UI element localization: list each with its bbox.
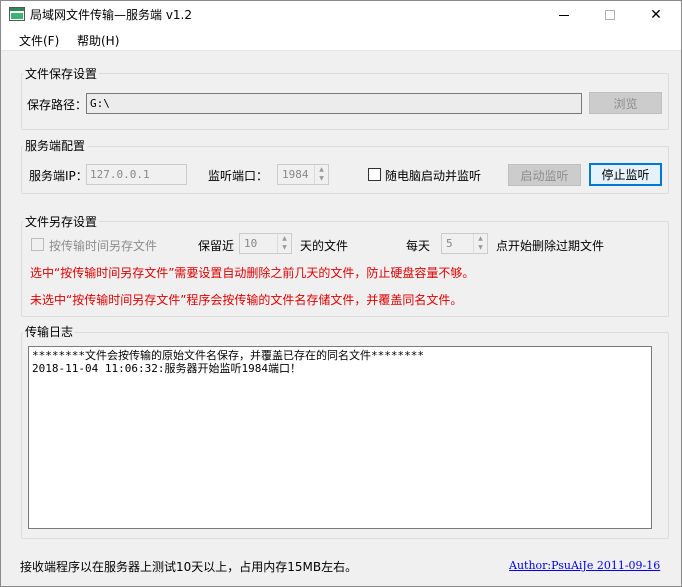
listen-port-label: 监听端口：: [208, 169, 269, 183]
save-by-time-label[interactable]: 按传输时间另存文件: [49, 237, 157, 254]
log-textarea[interactable]: ********文件会按传输的原始文件名保存，并覆盖已存在的同名文件******…: [28, 346, 652, 529]
note-unchecked-text: 未选中“按传输时间另存文件”程序会按传输的文件名存储文件，并覆盖同名文件。: [30, 293, 463, 307]
daily-hour-suffix: 点开始删除过期文件: [496, 239, 605, 253]
keep-days-prefix: 保留近: [198, 239, 235, 253]
save-as-group-label: 文件另存设置: [23, 213, 100, 230]
maximize-button[interactable]: [587, 1, 633, 29]
stop-listen-button[interactable]: 停止监听: [589, 163, 662, 186]
close-button[interactable]: ✕: [633, 1, 679, 29]
spin-up-icon[interactable]: ▲: [474, 234, 487, 243]
server-ip-label: 服务端IP：: [29, 169, 88, 183]
daily-hour-spinner[interactable]: 5 ▲ ▼: [441, 233, 488, 254]
keep-days-spin-arrows: ▲ ▼: [277, 234, 291, 253]
keep-days-spinner[interactable]: 10 ▲ ▼: [239, 233, 292, 254]
author-link[interactable]: Author:PsuAiJe 2011-09-16: [509, 559, 660, 572]
spin-up-icon[interactable]: ▲: [278, 234, 291, 243]
menu-help[interactable]: 帮助(H): [77, 32, 119, 49]
autostart-checkbox[interactable]: [368, 168, 381, 181]
spin-down-icon[interactable]: ▼: [278, 243, 291, 252]
daily-hour-prefix: 每天: [406, 239, 431, 253]
menu-file[interactable]: 文件(F): [19, 32, 59, 49]
spin-up-icon[interactable]: ▲: [315, 165, 328, 174]
log-group-label: 传输日志: [23, 323, 76, 340]
log-line: 2018-11-04 11:06:32:服务器开始监听1984端口！: [32, 362, 301, 375]
listen-port-value: 1984: [282, 168, 309, 181]
listen-port-spinner[interactable]: 1984 ▲ ▼: [277, 164, 329, 185]
save-by-time-checkbox[interactable]: [31, 238, 44, 251]
keep-days-value: 10: [244, 237, 258, 250]
daily-hour-spin-arrows: ▲ ▼: [473, 234, 487, 253]
save-path-input[interactable]: G:\: [86, 93, 582, 114]
note-checked-text: 选中“按传输时间另存文件”需要设置自动删除之前几天的文件，防止硬盘容量不够。: [30, 266, 475, 280]
main-window: 局域网文件传输—服务端 v1.2 ✕ 文件(F) 帮助(H) 文件保存设置 保存…: [0, 0, 682, 587]
autostart-label[interactable]: 随电脑启动并监听: [385, 167, 481, 184]
daily-hour-value: 5: [446, 237, 453, 250]
app-window-icon: [9, 7, 25, 21]
spin-down-icon[interactable]: ▼: [474, 243, 487, 252]
save-path-label: 保存路径：: [27, 98, 88, 112]
close-icon: ✕: [650, 7, 662, 23]
listen-port-spin-arrows: ▲ ▼: [314, 165, 328, 184]
menu-bar: 文件(F) 帮助(H): [1, 29, 681, 51]
save-settings-group-label: 文件保存设置: [23, 65, 100, 82]
minimize-icon: [559, 14, 569, 16]
window-title: 局域网文件传输—服务端 v1.2: [30, 8, 193, 22]
start-listen-button[interactable]: 启动监听: [508, 164, 581, 186]
status-text: 接收端程序以在服务器上测试10天以上，占用内存15MB左右。: [20, 560, 358, 574]
keep-days-suffix: 天的文件: [300, 239, 349, 253]
minimize-button[interactable]: [541, 1, 587, 29]
server-ip-input[interactable]: 127.0.0.1: [86, 164, 187, 185]
title-bar[interactable]: 局域网文件传输—服务端 v1.2 ✕: [1, 1, 681, 29]
browse-button[interactable]: 浏览: [589, 92, 662, 114]
server-config-group-label: 服务端配置: [23, 137, 88, 154]
maximize-icon: [605, 10, 615, 20]
spin-down-icon[interactable]: ▼: [315, 174, 328, 183]
log-line: ********文件会按传输的原始文件名保存，并覆盖已存在的同名文件******…: [32, 349, 424, 362]
